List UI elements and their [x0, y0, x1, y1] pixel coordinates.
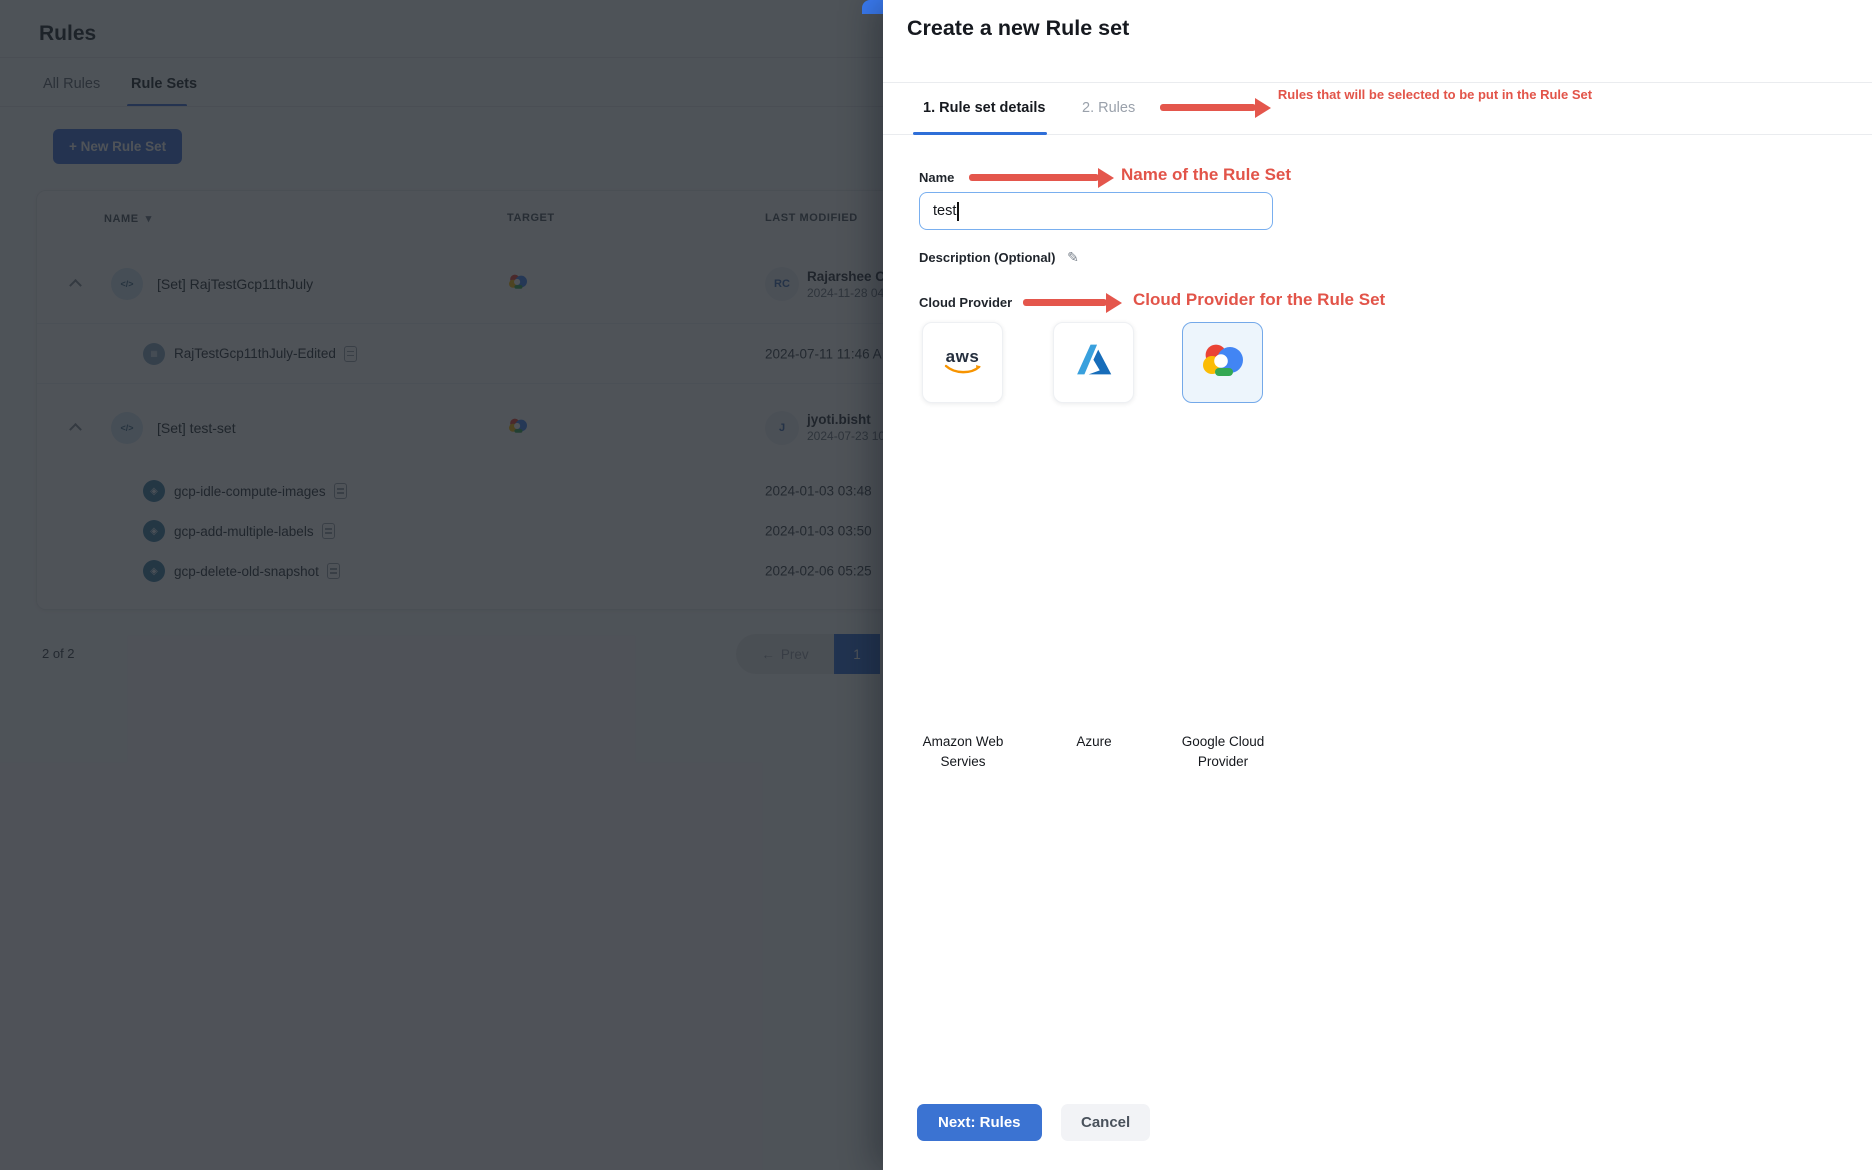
annotation-steps-note: Rules that will be selected to be put in…	[1277, 87, 1593, 102]
name-input-value: test	[933, 203, 957, 219]
provider-card-azure[interactable]	[1053, 322, 1134, 403]
annotation-arrow	[969, 174, 1099, 181]
provider-label-gcp: Google Cloud Provider	[1181, 734, 1265, 769]
provider-card-aws[interactable]: aws	[922, 322, 1003, 403]
annotation-arrow	[1023, 299, 1107, 306]
annotation-arrow	[1160, 104, 1256, 111]
next-rules-button[interactable]: Next: Rules	[917, 1104, 1042, 1141]
aws-logo-icon: aws	[943, 348, 983, 376]
annotation-provider-note: Cloud Provider for the Rule Set	[1133, 290, 1386, 309]
description-label: Description (Optional) ✎	[919, 249, 1079, 265]
drawer-title: Create a new Rule set	[907, 16, 1130, 40]
gcp-logo-icon	[1199, 340, 1247, 385]
active-step-underline	[913, 132, 1047, 135]
provider-card-gcp[interactable]	[1182, 322, 1263, 403]
create-rule-set-drawer: Create a new Rule set 1. Rule set detail…	[883, 0, 1872, 1170]
azure-logo-icon	[1071, 340, 1117, 385]
step-rules[interactable]: 2. Rules	[1082, 100, 1135, 116]
name-label: Name	[919, 170, 955, 185]
pencil-icon[interactable]: ✎	[1067, 249, 1079, 265]
text-caret	[957, 201, 959, 221]
rule-set-name-input[interactable]: test	[919, 192, 1273, 230]
provider-label-aws: Amazon Web Servies	[922, 734, 1004, 769]
annotation-name-note: Name of the Rule Set	[1121, 165, 1292, 184]
provider-cards: aws Amazon Web Servies Azure Google Clou…	[883, 322, 1872, 769]
step-rule-set-details[interactable]: 1. Rule set details	[923, 100, 1046, 116]
provider-label-azure: Azure	[1076, 734, 1112, 749]
cloud-provider-label: Cloud Provider	[919, 295, 1013, 310]
cancel-button[interactable]: Cancel	[1061, 1104, 1151, 1141]
screen: Rules All Rules Rule Sets + New Rule Set…	[0, 0, 1872, 1170]
